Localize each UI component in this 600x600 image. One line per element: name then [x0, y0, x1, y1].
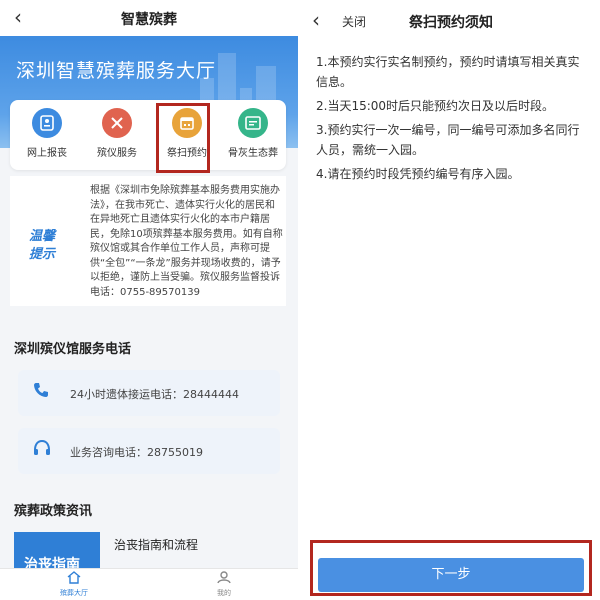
left-screen: ‹ 智慧殡葬 深圳智慧殡葬服务大厅 网上报丧 殡仪服务 祭扫预约 骨灰生态葬 温… — [0, 0, 298, 600]
service-online-report[interactable]: 网上报丧 — [16, 108, 78, 166]
service-eco-burial[interactable]: 骨灰生态葬 — [222, 108, 284, 166]
document-icon — [238, 108, 268, 138]
user-icon — [194, 571, 254, 588]
phone-item-transport[interactable]: 24小时遗体接运电话：28444444 — [18, 370, 280, 416]
service-funeral[interactable]: 殡仪服务 — [86, 108, 148, 166]
rule-item: 2.当天15:00时后只能预约次日及以后时段。 — [316, 99, 555, 113]
id-card-icon — [32, 108, 62, 138]
service-label: 网上报丧 — [27, 148, 67, 159]
bottom-tab-bar: 殡葬大厅 我的 — [0, 568, 298, 600]
rule-item: 3.预约实行一次一编号，同一编号可添加多名同行人员，需统一入园。 — [316, 123, 580, 157]
tab-label: 我的 — [217, 589, 231, 597]
phone-section-title: 深圳殡仪馆服务电话 — [14, 342, 132, 357]
tools-icon — [102, 108, 132, 138]
rules-list: 1.本预约实行实名制预约，预约时请填写相关真实信息。 2.当天15:00时后只能… — [316, 52, 588, 188]
rule-item: 1.本预约实行实名制预约，预约时请填写相关真实信息。 — [316, 55, 580, 89]
services-card: 网上报丧 殡仪服务 祭扫预约 骨灰生态葬 — [10, 100, 286, 170]
service-label: 骨灰生态葬 — [228, 148, 278, 159]
right-screen: ‹ 关闭 祭扫预约须知 1.本预约实行实名制预约，预约时请填写相关真实信息。 2… — [302, 0, 600, 600]
next-step-button[interactable]: 下一步 — [318, 558, 584, 592]
phone-item-text: 业务咨询电话：28755019 — [70, 446, 203, 459]
page-title: 祭扫预约须知 — [409, 15, 493, 31]
rule-item: 4.请在预约时段凭预约编号有序入园。 — [316, 167, 520, 181]
tab-label: 殡葬大厅 — [60, 589, 88, 597]
headset-icon — [32, 438, 52, 462]
notice-tag: 温馨提示 — [28, 229, 55, 262]
top-bar: ‹ 智慧殡葬 — [0, 0, 298, 36]
notice-card: 温馨提示 根据《深圳市免除殡葬基本服务费用实施办法》，在我市死亡、遗体实行火化的… — [10, 176, 286, 306]
notice-text: 根据《深圳市免除殡葬基本服务费用实施办法》，在我市死亡、遗体实行火化的居民和在异… — [90, 185, 283, 298]
highlight-box — [156, 103, 210, 173]
phone-item-text: 24小时遗体接运电话：28444444 — [70, 388, 239, 401]
tab-mine[interactable]: 我的 — [194, 571, 254, 598]
top-bar: ‹ 关闭 祭扫预约须知 — [302, 0, 600, 40]
news-item-title[interactable]: 治丧指南和流程 — [114, 536, 198, 553]
tab-hall[interactable]: 殡葬大厅 — [44, 571, 104, 598]
phone-icon — [32, 380, 50, 404]
page-title: 智慧殡葬 — [121, 12, 177, 28]
banner-title: 深圳智慧殡葬服务大厅 — [16, 60, 217, 82]
service-label: 殡仪服务 — [97, 148, 137, 159]
home-icon — [44, 571, 104, 588]
news-section-title: 殡葬政策资讯 — [14, 504, 93, 519]
phone-item-consult[interactable]: 业务咨询电话：28755019 — [18, 428, 280, 474]
